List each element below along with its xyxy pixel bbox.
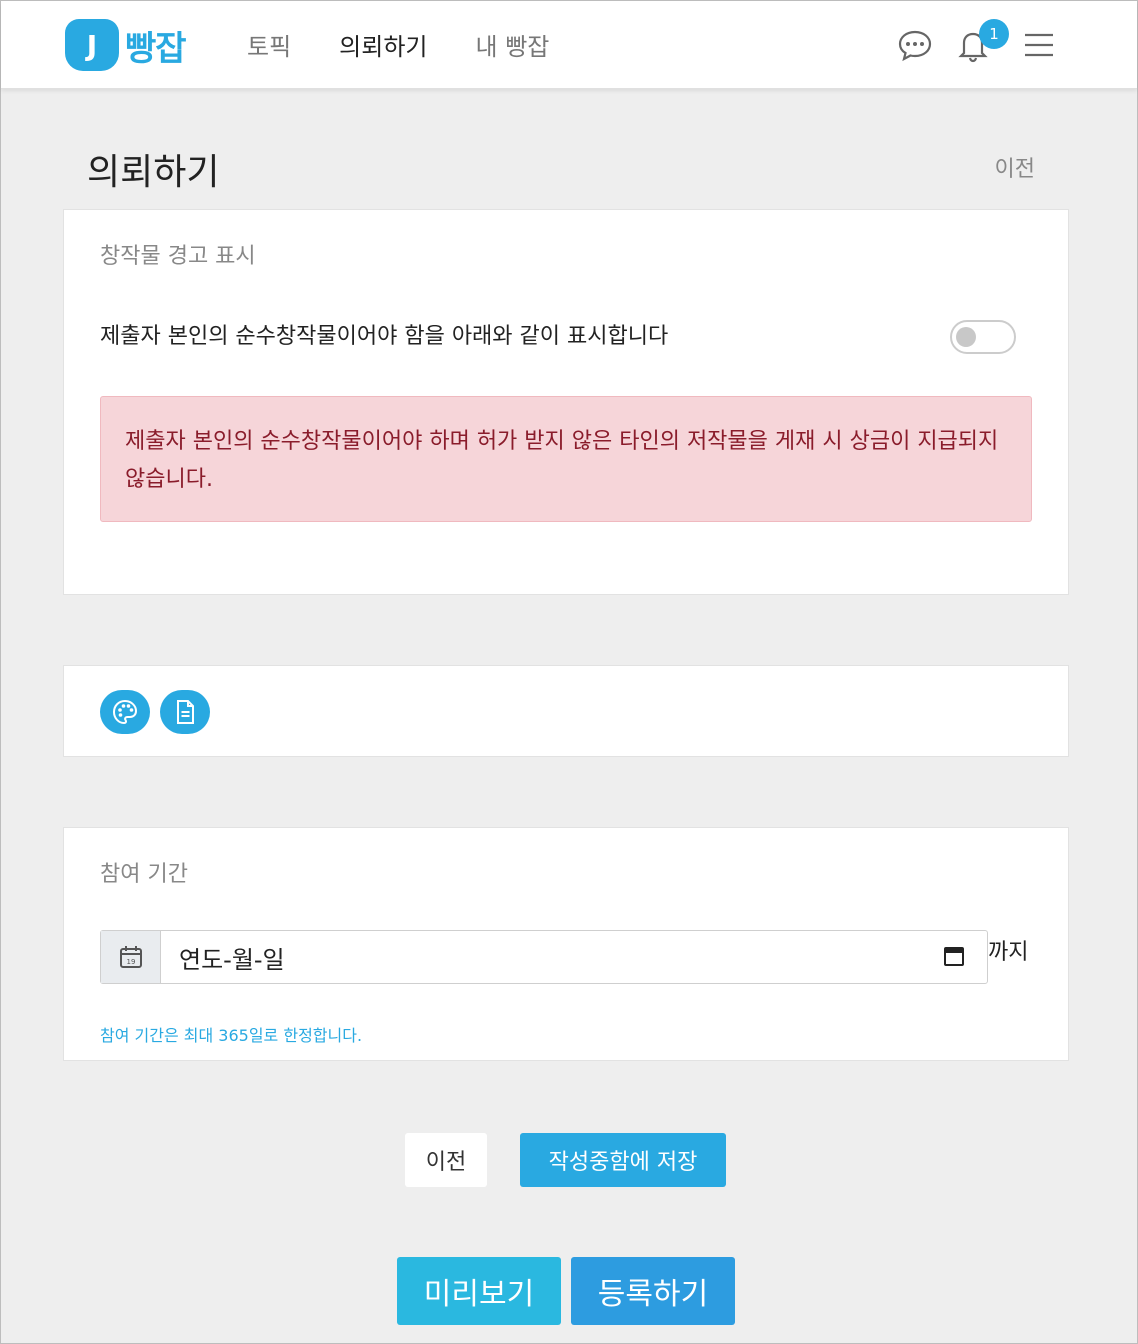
document-icon — [177, 700, 194, 724]
nav-request[interactable]: 의뢰하기 — [339, 27, 427, 62]
nav-my-bbangjob[interactable]: 내 빵잡 — [476, 27, 550, 62]
bell-icon[interactable]: 1 — [955, 19, 1009, 63]
warning-alert: 제출자 본인의 순수창작물이어야 하며 허가 받지 않은 타인의 저작물을 게재… — [100, 396, 1032, 522]
date-input[interactable]: 연도-월-일 — [161, 931, 987, 983]
prev-link[interactable]: 이전 — [995, 151, 1035, 183]
period-card-label: 참여 기간 — [100, 862, 188, 887]
warning-card-label: 창작물 경고 표시 — [100, 244, 256, 269]
menu-icon[interactable] — [1021, 27, 1057, 63]
logo-text: 빵잡 — [125, 28, 187, 69]
date-picker-icon[interactable] — [943, 945, 965, 967]
palette-icon — [112, 699, 138, 725]
until-label: 까지 — [988, 940, 1029, 965]
calendar-icon: 19 — [119, 946, 142, 968]
document-button[interactable] — [160, 690, 210, 734]
nav-topic[interactable]: 토픽 — [247, 27, 291, 62]
warning-toggle[interactable] — [950, 320, 1016, 354]
warning-card: 창작물 경고 표시 제출자 본인의 순수창작물이어야 함을 아래와 같이 표시합… — [63, 209, 1069, 595]
chat-icon[interactable] — [897, 27, 933, 63]
date-placeholder: 연도-월-일 — [179, 945, 285, 974]
top-header: J 빵잡 토픽 의뢰하기 내 빵잡 1 — [1, 1, 1137, 89]
period-hint: 참여 기간은 최대 365일로 한정합니다. — [100, 1026, 363, 1045]
logo[interactable]: J 빵잡 — [65, 19, 187, 71]
period-card: 참여 기간 19 연도-월-일 까지 참여 기간은 최대 365일로 한정합니다… — [63, 827, 1069, 1061]
date-field-group: 19 연도-월-일 — [100, 930, 988, 984]
toggle-knob — [956, 327, 976, 347]
save-draft-button[interactable]: 작성중함에 저장 — [520, 1133, 726, 1187]
header-icons: 1 — [879, 19, 1057, 63]
prev-button[interactable]: 이전 — [405, 1133, 487, 1187]
palette-button[interactable] — [100, 690, 150, 734]
page-title: 의뢰하기 — [87, 152, 220, 193]
tools-card — [63, 665, 1069, 757]
main-nav: 토픽 의뢰하기 내 빵잡 — [247, 27, 597, 62]
calendar-addon: 19 — [101, 931, 161, 983]
calendar-badge: 19 — [126, 958, 135, 966]
register-button[interactable]: 등록하기 — [571, 1257, 735, 1325]
logo-mark: J — [65, 19, 119, 71]
notification-badge: 1 — [979, 19, 1009, 49]
preview-button[interactable]: 미리보기 — [397, 1257, 561, 1325]
warning-description: 제출자 본인의 순수창작물이어야 함을 아래와 같이 표시합니다 — [100, 324, 669, 349]
